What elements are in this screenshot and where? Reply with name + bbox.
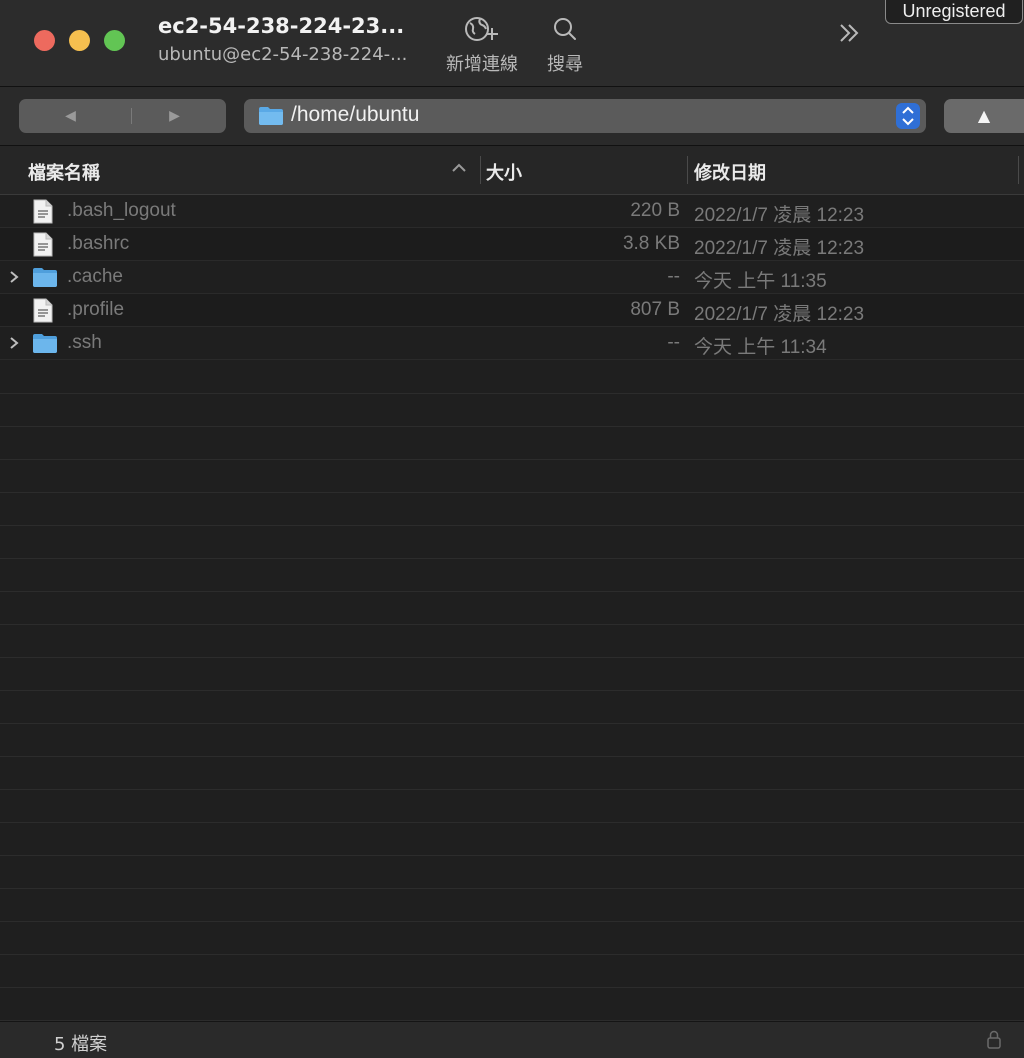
toolbar-overflow-button[interactable] xyxy=(836,20,864,48)
current-path: /home/ubuntu xyxy=(291,103,420,126)
close-window-button[interactable] xyxy=(34,30,55,51)
path-selector[interactable]: /home/ubuntu xyxy=(244,99,926,133)
history-segmented-control: ◀ ▶ xyxy=(19,99,226,133)
file-name: .bashrc xyxy=(67,233,130,254)
file-modified: 2022/1/7 凌晨 12:23 xyxy=(694,238,865,259)
path-dropdown-button[interactable] xyxy=(896,103,920,129)
globe-plus-icon xyxy=(438,14,526,46)
disclosure-chevron-icon[interactable] xyxy=(7,335,21,355)
back-arrow-icon: ◀ xyxy=(65,108,76,124)
document-icon xyxy=(32,232,54,262)
forward-arrow-icon: ▶ xyxy=(169,108,180,124)
folder-icon xyxy=(32,331,58,359)
new-connection-button[interactable]: 新增連線 xyxy=(438,14,526,76)
column-separator[interactable] xyxy=(1018,156,1019,184)
file-size: 807 B xyxy=(630,299,680,320)
file-name: .ssh xyxy=(67,332,102,353)
column-separator[interactable] xyxy=(687,156,688,184)
back-button[interactable]: ◀ xyxy=(19,99,122,133)
file-browser-window: ec2-54-238-224-23... ubuntu@ec2-54-238-2… xyxy=(0,0,1024,1058)
parent-folder-button[interactable]: ▲ xyxy=(944,99,1024,133)
file-name: .profile xyxy=(67,299,125,320)
column-date-header[interactable]: 修改日期 xyxy=(694,159,766,185)
folder-row[interactable]: .cache -- 今天 上午 11:35 xyxy=(0,261,1024,294)
file-modified: 2022/1/7 凌晨 12:23 xyxy=(694,205,865,226)
file-size: 220 B xyxy=(630,200,680,221)
column-size-header[interactable]: 大小 xyxy=(486,159,522,185)
forward-button[interactable]: ▶ xyxy=(123,99,226,133)
sort-ascending-icon[interactable] xyxy=(450,160,468,181)
file-modified: 2022/1/7 凌晨 12:23 xyxy=(694,304,865,325)
search-icon xyxy=(540,14,590,46)
file-row[interactable]: .bash_logout 220 B 2022/1/7 凌晨 12:23 xyxy=(0,195,1024,228)
unregistered-badge[interactable]: Unregistered xyxy=(885,0,1023,24)
file-row[interactable]: .profile 807 B 2022/1/7 凌晨 12:23 xyxy=(0,294,1024,327)
document-icon xyxy=(32,298,54,328)
file-name: .bash_logout xyxy=(67,200,176,221)
folder-row[interactable]: .ssh -- 今天 上午 11:34 xyxy=(0,327,1024,360)
file-list: .bash_logout 220 B 2022/1/7 凌晨 12:23 .ba… xyxy=(0,195,1024,360)
up-triangle-icon: ▲ xyxy=(977,106,991,125)
disclosure-chevron-icon[interactable] xyxy=(7,269,21,289)
window-subtitle: ubuntu@ec2-54-238-224-... xyxy=(158,44,408,65)
folder-icon xyxy=(32,265,58,293)
updown-chevron-icon xyxy=(896,106,920,133)
file-modified: 今天 上午 11:35 xyxy=(694,271,827,292)
file-modified: 今天 上午 11:34 xyxy=(694,337,827,358)
file-size: -- xyxy=(667,266,680,287)
empty-list-area[interactable] xyxy=(0,361,1024,1021)
file-name: .cache xyxy=(67,266,123,287)
lock-icon xyxy=(986,1030,1002,1054)
search-button[interactable]: 搜尋 xyxy=(540,14,590,76)
status-bar: 5 檔案 xyxy=(0,1021,1024,1058)
folder-icon xyxy=(258,106,284,130)
file-row[interactable]: .bashrc 3.8 KB 2022/1/7 凌晨 12:23 xyxy=(0,228,1024,261)
zoom-window-button[interactable] xyxy=(104,30,125,51)
window-title: ec2-54-238-224-23... xyxy=(158,14,405,38)
file-size: 3.8 KB xyxy=(622,233,680,254)
double-chevron-right-icon xyxy=(836,24,864,52)
column-separator[interactable] xyxy=(480,156,481,184)
file-size: -- xyxy=(667,332,680,353)
title-bar: ec2-54-238-224-23... ubuntu@ec2-54-238-2… xyxy=(0,0,1024,87)
minimize-window-button[interactable] xyxy=(69,30,90,51)
new-connection-label: 新增連線 xyxy=(446,54,518,75)
navigation-bar: ◀ ▶ /home/ubuntu ▲ xyxy=(0,87,1024,146)
search-label: 搜尋 xyxy=(547,54,583,75)
document-icon xyxy=(32,199,54,229)
column-name-header[interactable]: 檔案名稱 xyxy=(28,159,100,185)
column-header: 檔案名稱 大小 修改日期 xyxy=(0,146,1024,195)
item-count: 5 檔案 xyxy=(54,1034,108,1055)
